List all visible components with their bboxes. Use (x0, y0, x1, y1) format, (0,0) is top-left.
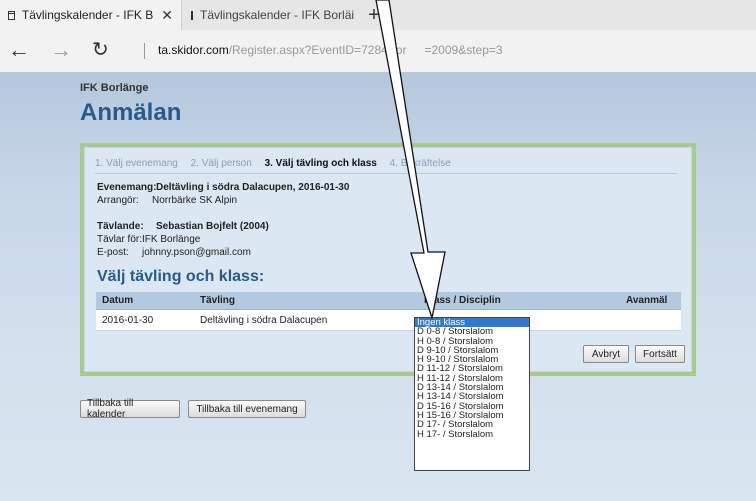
cancel-button[interactable]: Avbryt (583, 345, 629, 363)
race-table: Datum Tävling Klass / Disciplin Avanmäl … (96, 292, 681, 331)
competitor-label: Tävlande: (97, 221, 144, 232)
close-tab-icon[interactable]: ✕ (161, 7, 173, 24)
divider (144, 43, 145, 59)
tab-label: Tävlingskalender - IFK Borläi (200, 8, 355, 22)
event-value: Deltävling i södra Dalacupen, 2016-01-30 (156, 182, 350, 193)
row-race: Deltävling i södra Dalacupen (194, 309, 418, 331)
forward-arrow-icon[interactable]: → (50, 38, 72, 62)
back-arrow-icon[interactable]: ← (8, 38, 30, 62)
page-icon (8, 10, 15, 20)
column-header-unregister: Avanmäl (620, 292, 681, 310)
url-field[interactable]: ta.skidor.com/Register.aspx?EventID=7284… (158, 43, 503, 57)
column-header-date: Datum (96, 292, 194, 310)
table-header-row: Datum Tävling Klass / Disciplin Avanmäl (96, 292, 681, 310)
class-dropdown-list[interactable]: Ingen klass D 0-8 / Storslalom H 0-8 / S… (414, 317, 530, 471)
page-title: Anmälan (80, 99, 182, 126)
address-bar-row: ← → ↻ ta.skidor.com/Register.aspx?EventI… (0, 30, 756, 73)
registration-panel-inner: 1. Välj evenemang 2. Välj person 3. Välj… (84, 147, 692, 372)
competitor-info: Tävlande: Sebastian Bojfelt (2004) Tävlar… (97, 220, 269, 259)
event-label: Evenemang: (97, 182, 157, 193)
organizer-value: Norrbärke SK Alpin (152, 195, 238, 206)
email-label: E-post: (97, 247, 129, 258)
column-header-race: Tävling (194, 292, 418, 310)
divider (95, 173, 677, 174)
reload-icon[interactable]: ↻ (92, 38, 109, 62)
page-icon (191, 10, 193, 20)
row-date: 2016-01-30 (96, 309, 194, 331)
competes-for-value: IFK Borlänge (142, 234, 201, 245)
tab-inactive[interactable]: Tävlingskalender - IFK Borläi (183, 0, 355, 30)
step-2[interactable]: 2. Välj person (191, 158, 252, 169)
table-row: 2016-01-30 Deltävling i södra Dalacupen (96, 309, 681, 331)
club-name: IFK Borlänge (80, 82, 149, 94)
email-value: johnny.pson@gmail.com (142, 247, 251, 258)
new-tab-button[interactable]: + (362, 0, 386, 30)
step-3-current: 3. Välj tävling och klass (264, 158, 377, 169)
step-4: 4. Bekräftelse (389, 158, 451, 169)
tab-bar: Tävlingskalender - IFK B ✕ Tävlingskalen… (0, 0, 756, 30)
organizer-label: Arrangör: (97, 195, 139, 206)
step-1[interactable]: 1. Välj evenemang (95, 158, 178, 169)
registration-panel: 1. Välj evenemang 2. Välj person 3. Välj… (80, 143, 696, 376)
column-header-class: Klass / Disciplin (418, 292, 620, 310)
back-to-event-button[interactable]: Tillbaka till evenemang (188, 400, 306, 418)
url-tail: =2009&step=3 (424, 43, 503, 57)
step-indicator: 1. Välj evenemang 2. Välj person 3. Välj… (95, 158, 461, 169)
url-path: /Register.aspx?EventID=7284&or (228, 43, 407, 57)
event-info: Evenemang:Deltävling i södra Dalacupen, … (97, 181, 349, 207)
back-to-calendar-button[interactable]: Tillbaka till kalender (80, 398, 180, 420)
competitor-value: Sebastian Bojfelt (2004) (156, 221, 269, 232)
continue-button[interactable]: Fortsätt (635, 345, 685, 363)
section-title: Välj tävling och klass: (97, 268, 265, 285)
dropdown-option[interactable]: H 17- / Storslalom (415, 429, 529, 439)
url-domain: ta.skidor.com (158, 43, 229, 57)
row-unregister-cell (620, 309, 681, 331)
tab-active[interactable]: Tävlingskalender - IFK B ✕ (0, 0, 182, 30)
page-content: IFK Borlänge Anmälan 1. Välj evenemang 2… (0, 72, 756, 501)
tab-label: Tävlingskalender - IFK B (21, 8, 154, 22)
competes-for-label: Tävlar för: (97, 234, 143, 245)
